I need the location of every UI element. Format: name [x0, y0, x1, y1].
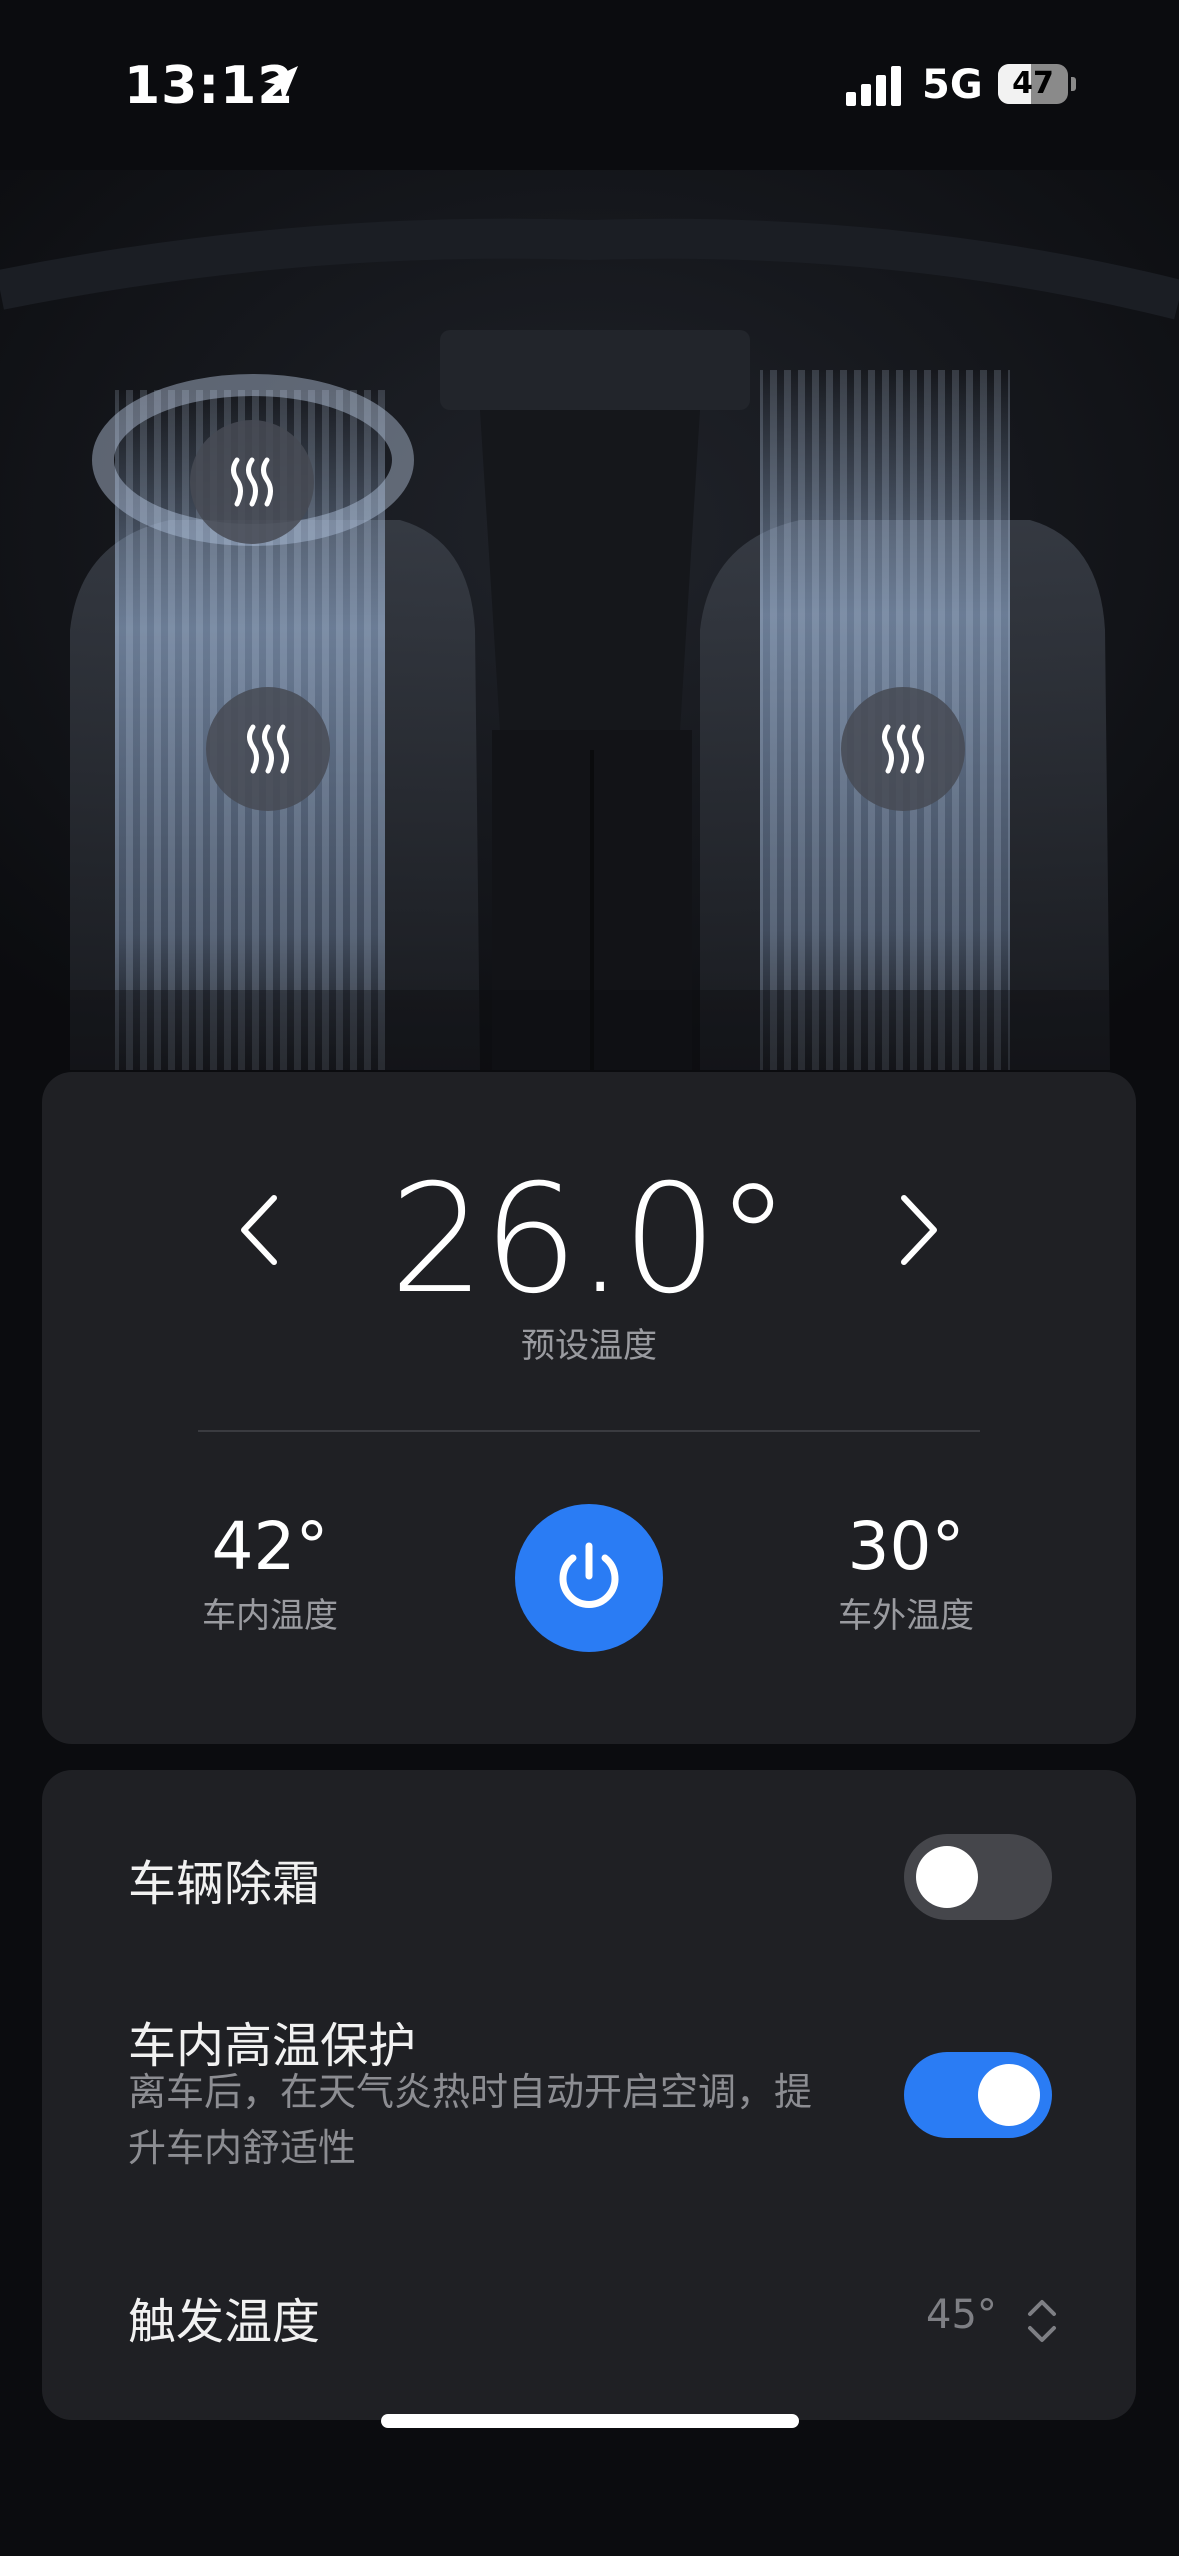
chevron-right-icon[interactable]	[878, 1180, 958, 1280]
steering-wheel-heat-button[interactable]	[190, 420, 314, 544]
heat-icon	[231, 457, 273, 507]
status-bar: 13:12 5G 47	[0, 0, 1179, 170]
battery-percent: 47	[1012, 66, 1054, 101]
power-icon	[559, 1542, 619, 1608]
heat-icon	[882, 724, 924, 774]
defrost-toggle[interactable]	[904, 1834, 1052, 1920]
toggle-knob	[916, 1846, 978, 1908]
trigger-temp-stepper[interactable]: 45°	[904, 2280, 1072, 2360]
location-arrow-icon	[264, 66, 298, 102]
heat-icon	[247, 724, 289, 774]
passenger-seat-heat-button[interactable]	[841, 687, 965, 811]
driver-seat-heat-button[interactable]	[206, 687, 330, 811]
divider	[198, 1430, 980, 1432]
heat-protection-description: 离车后，在天气炎热时自动开启空调，提升车内舒适性	[128, 2070, 813, 2170]
car-interior-illustration	[0, 170, 1179, 1070]
outside-temperature: 30° 车外温度	[786, 1510, 1026, 1637]
inside-temperature: 42° 车内温度	[150, 1510, 390, 1637]
setpoint-temperature: 26.0°	[389, 1153, 791, 1327]
power-button[interactable]	[515, 1504, 663, 1652]
outside-temp-label: 车外温度	[838, 1596, 974, 1636]
inside-temp-value: 42°	[211, 1508, 329, 1585]
trigger-temp-label: 触发温度	[128, 2294, 321, 2350]
signal-icon	[846, 66, 901, 106]
network-type: 5G	[922, 62, 983, 108]
battery-icon: 47	[998, 64, 1078, 106]
home-indicator[interactable]	[381, 2414, 799, 2428]
climate-control-card: 26.0° 预设温度 42° 车内温度 30° 车外温度	[42, 1072, 1136, 1744]
toggle-knob	[978, 2064, 1040, 2126]
setpoint-label: 预设温度	[521, 1326, 657, 1366]
settings-card: 车辆除霜 车内高温保护 离车后，在天气炎热时自动开启空调，提升车内舒适性 触发温…	[42, 1770, 1136, 2420]
up-down-chevron-icon	[1028, 2300, 1056, 2342]
defrost-label: 车辆除霜	[128, 1856, 321, 1912]
inside-temp-label: 车内温度	[202, 1596, 338, 1636]
trigger-temp-value: 45°	[926, 2292, 997, 2338]
heat-protection-toggle[interactable]	[904, 2052, 1052, 2138]
outside-temp-value: 30°	[847, 1508, 965, 1585]
